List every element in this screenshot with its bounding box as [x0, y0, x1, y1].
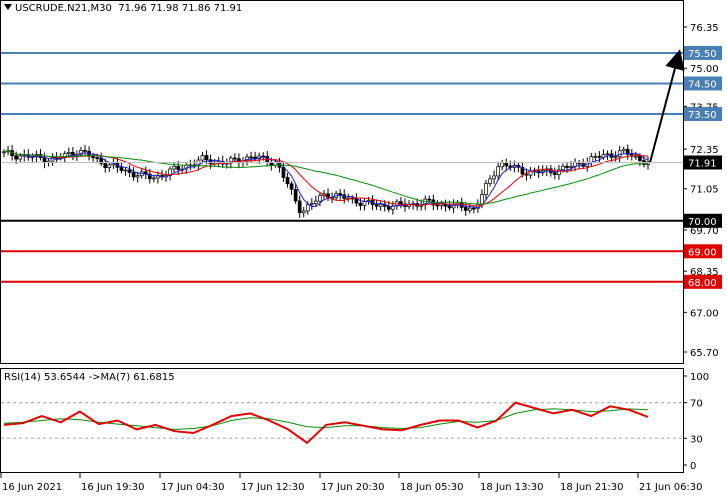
candle-body [378, 203, 383, 207]
candle-body [95, 157, 100, 159]
price-chart[interactable]: 76.3575.0073.7572.3571.0569.7068.3567.00… [0, 0, 727, 497]
candle-body [83, 149, 87, 152]
candle-body [463, 207, 468, 211]
candle-body [504, 162, 509, 167]
candle-body [613, 156, 618, 159]
time-tick-label: 18 Jun 05:30 [400, 482, 464, 493]
candle-body [253, 156, 257, 159]
time-tick-label: 18 Jun 13:30 [480, 482, 544, 493]
candle-body [471, 207, 476, 210]
candle-body [557, 169, 561, 175]
candle-body [152, 177, 156, 180]
candle-body [386, 205, 391, 210]
candle-body [281, 166, 286, 178]
time-tick-label: 18 Jun 21:30 [560, 482, 624, 493]
candle-body [399, 201, 403, 205]
candle-body [447, 205, 452, 209]
main-pane-frame [0, 0, 684, 364]
candle-body [565, 165, 569, 168]
time-tick-label: 21 Jun 06:30 [639, 482, 703, 493]
candle-body [467, 207, 472, 211]
rsi-pane-frame [0, 368, 684, 473]
candle-body [127, 169, 132, 173]
candle-body [91, 155, 95, 158]
candle-body [597, 155, 602, 158]
candle-body [204, 155, 209, 161]
candle-body [200, 155, 205, 161]
candle-body [617, 150, 622, 158]
candle-body [496, 166, 500, 177]
candle-body [309, 203, 314, 205]
time-tick-label: 17 Jun 12:30 [241, 482, 305, 493]
candle-body [123, 169, 128, 172]
candle-body [249, 156, 253, 159]
candle-body [233, 157, 237, 160]
price-tick-label: 65.70 [690, 348, 719, 359]
level-label: 69.00 [688, 247, 717, 258]
candle-body [358, 202, 363, 206]
candle-body [561, 165, 565, 171]
price-tick-label: 76.35 [690, 23, 719, 34]
candle-body [314, 200, 318, 204]
candle-body [103, 163, 108, 168]
price-tick-label: 72.35 [690, 145, 719, 156]
candle-body [301, 210, 306, 214]
time-tick-label: 17 Jun 04:30 [161, 482, 225, 493]
level-label: 75.50 [688, 49, 717, 60]
candle-body [374, 204, 379, 207]
price-tick-label: 71.05 [690, 185, 719, 196]
level-label: 74.50 [688, 79, 717, 90]
candle-body [338, 193, 343, 196]
time-tick-label: 17 Jun 20:30 [321, 482, 385, 493]
candle-body [605, 153, 610, 156]
candle-body [593, 155, 598, 158]
candle-body [297, 200, 302, 214]
candle-body [633, 155, 638, 158]
candle-body [500, 162, 505, 168]
candle-body [285, 177, 290, 185]
candle-body [427, 198, 432, 201]
candle-body [435, 204, 440, 207]
level-label: 68.00 [688, 278, 717, 289]
level-label: 70.00 [688, 217, 717, 228]
time-tick-label: 16 Jun 19:30 [81, 482, 145, 493]
rsi-tick-label: 70 [690, 399, 703, 410]
candle-body [484, 183, 488, 195]
candle-body [176, 166, 181, 170]
forecast-arrow [649, 49, 685, 163]
time-tick-label: 16 Jun 2021 [2, 482, 62, 493]
price-tick-label: 75.00 [690, 64, 719, 75]
candle-body [131, 172, 136, 178]
rsi-tick-label: 30 [690, 434, 703, 445]
candle-body [66, 152, 71, 154]
current-price-label: 71.91 [688, 158, 717, 169]
candle-body [569, 166, 573, 168]
candle-body [18, 155, 23, 160]
candle-body [362, 201, 367, 206]
candle-body [318, 195, 322, 202]
candle-body [305, 204, 310, 212]
candle-body [293, 188, 298, 202]
candle-body [492, 175, 496, 180]
rsi-tick-label: 100 [690, 372, 709, 383]
candle-body [488, 178, 492, 184]
candle-body [552, 172, 557, 175]
level-label: 73.50 [688, 110, 717, 121]
candle-body [289, 183, 294, 190]
candle-body [172, 166, 176, 170]
candle-body [638, 155, 642, 161]
candle-body [621, 148, 626, 152]
candle-body [14, 155, 19, 160]
price-tick-label: 67.00 [690, 308, 719, 319]
candle-body [107, 164, 112, 168]
candle-body [119, 167, 124, 171]
rsi-tick-label: 0 [690, 461, 696, 472]
candle-body [135, 175, 140, 178]
